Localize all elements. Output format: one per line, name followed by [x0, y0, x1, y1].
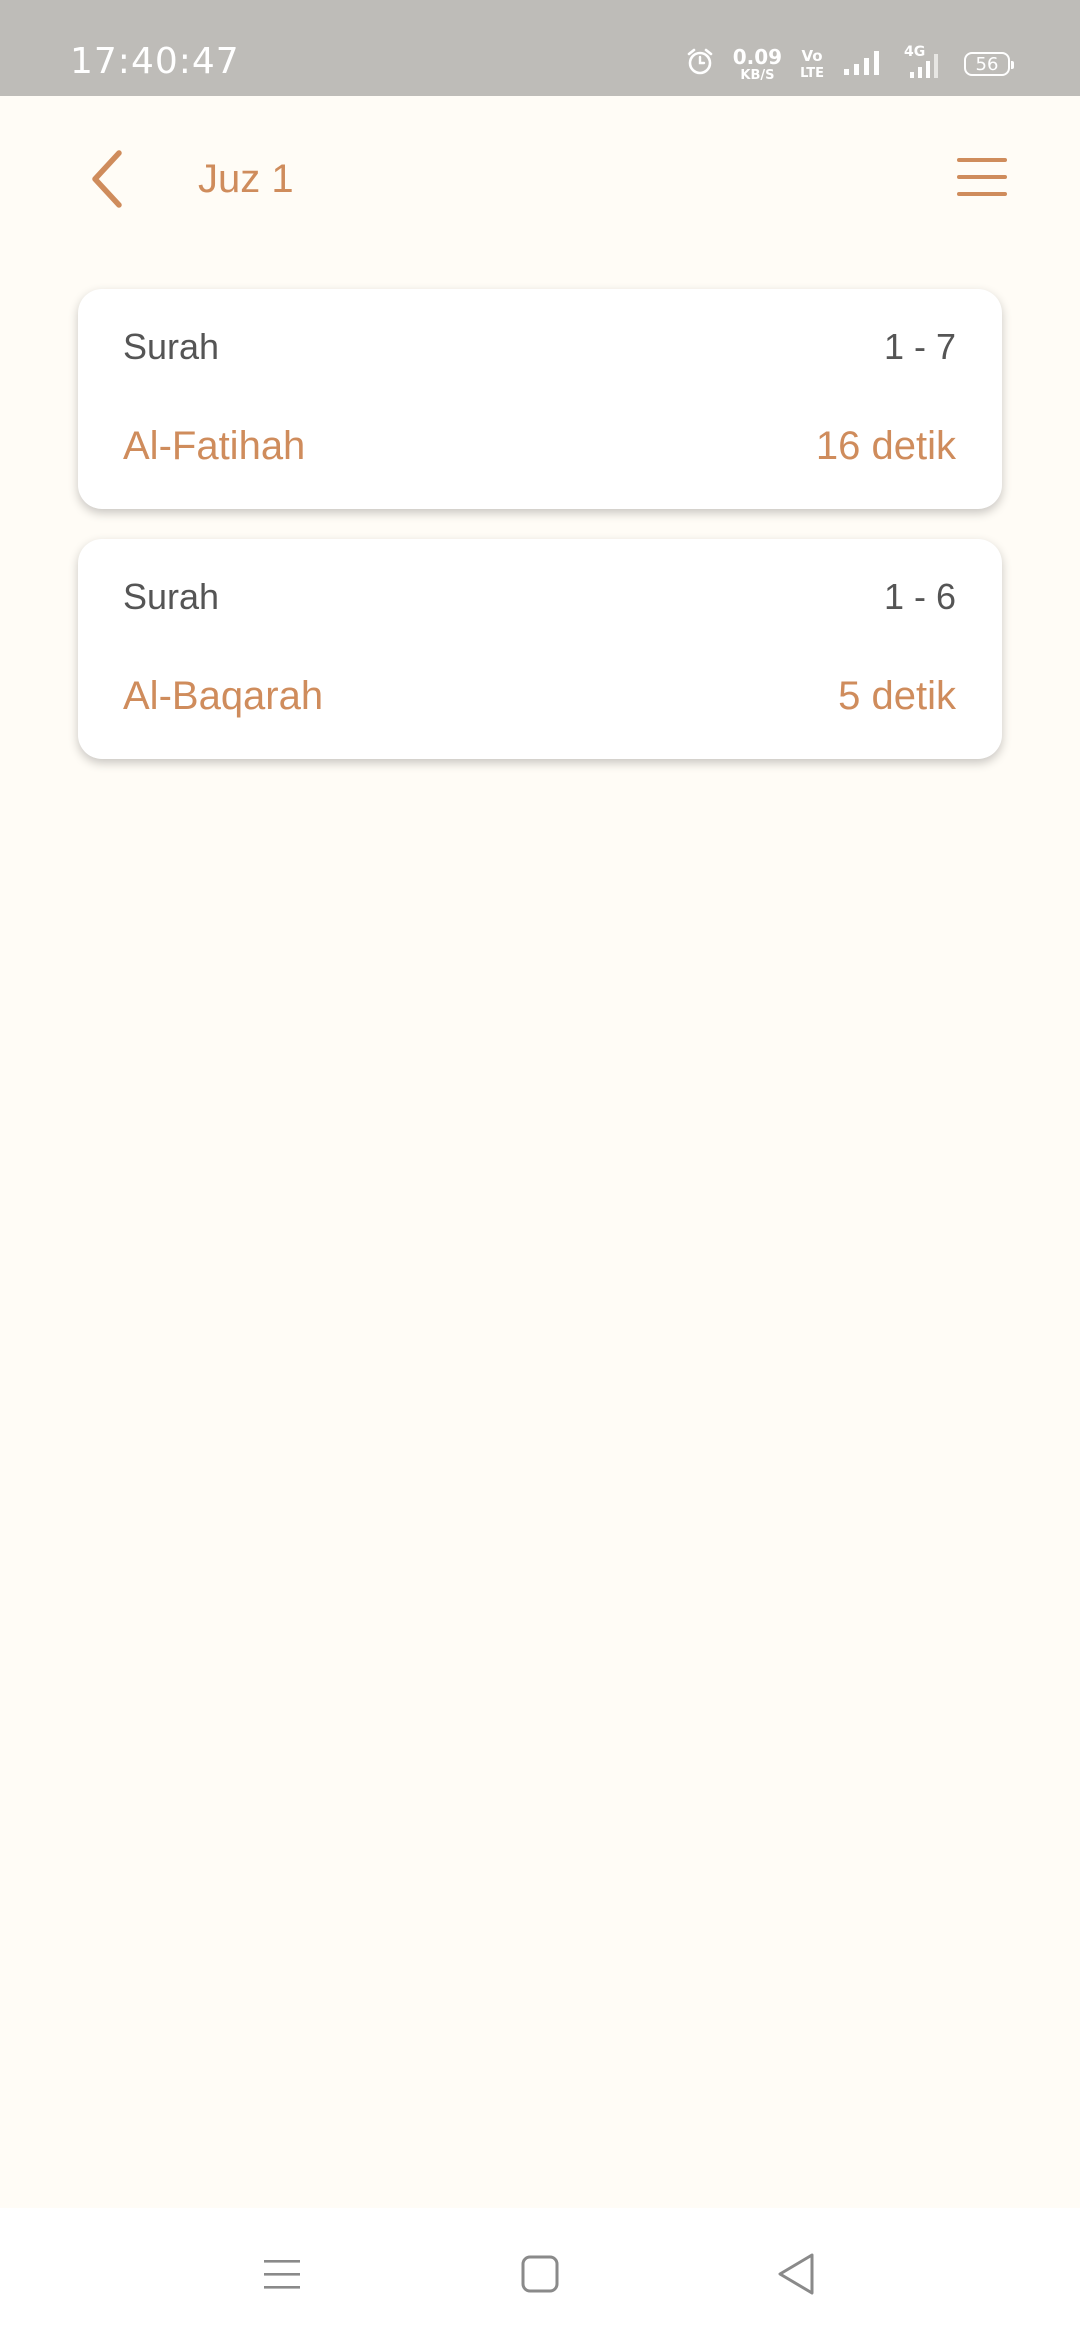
hamburger-menu-icon	[955, 155, 1009, 203]
back-button[interactable]	[72, 146, 142, 216]
status-bar: 17:40:47 0.09 KB/S Vo LTE 4G 56	[0, 0, 1080, 96]
net-speed: 0.09 KB/S	[733, 47, 782, 82]
surah-label: Surah	[123, 326, 220, 367]
volte-bottom: LTE	[800, 65, 824, 81]
ayah-range: 1 - 6	[883, 576, 956, 617]
app-header: Juz 1	[0, 96, 1080, 276]
surah-name: Al-Fatihah	[123, 424, 306, 468]
system-nav-bar	[0, 2208, 1080, 2340]
recents-button[interactable]	[252, 2246, 312, 2306]
nav-back-button[interactable]	[766, 2246, 826, 2306]
surah-duration: 5 detik	[838, 674, 956, 718]
back-triangle-icon	[776, 2252, 816, 2300]
net-speed-unit: KB/S	[740, 67, 775, 83]
surah-name: Al-Baqarah	[123, 674, 324, 718]
ayah-range: 1 - 7	[883, 326, 956, 367]
net-speed-value: 0.09	[732, 44, 783, 69]
surah-duration: 16 detik	[815, 424, 956, 468]
status-time: 17:40:47	[70, 41, 240, 82]
surah-list: Surah 1 - 7 Al-Fatihah 16 detik Surah 1 …	[78, 289, 1002, 789]
battery-icon: 56	[964, 52, 1014, 76]
status-icons: 0.09 KB/S Vo LTE 4G 56	[685, 44, 1014, 84]
volte-indicator: Vo LTE	[800, 46, 824, 81]
surah-label: Surah	[123, 576, 220, 617]
chevron-left-icon	[87, 149, 127, 213]
menu-button[interactable]	[954, 154, 1010, 204]
page-title: Juz 1	[198, 157, 294, 201]
home-icon	[520, 2254, 560, 2298]
home-button[interactable]	[510, 2246, 570, 2306]
signal-icon	[842, 47, 882, 81]
volte-top: Vo	[801, 46, 823, 65]
surah-card[interactable]: Surah 1 - 7 Al-Fatihah 16 detik	[78, 289, 1002, 509]
recents-icon	[262, 2256, 302, 2296]
surah-card[interactable]: Surah 1 - 6 Al-Baqarah 5 detik	[78, 539, 1002, 759]
signal-4g-icon: 4G	[900, 44, 946, 80]
alarm-icon	[685, 47, 715, 81]
battery-level: 56	[975, 53, 999, 75]
